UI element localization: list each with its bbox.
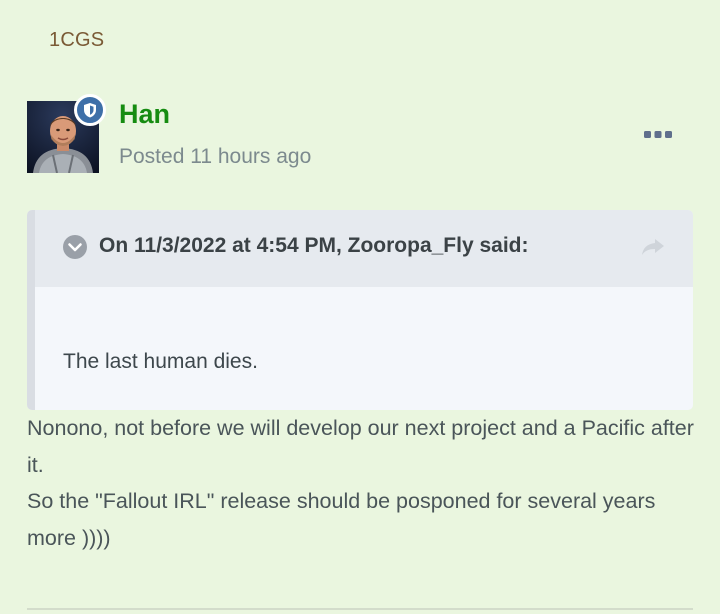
post-text-line: Nonono, not before we will develop our n… [27, 416, 694, 477]
post-options-button[interactable] [639, 124, 677, 146]
quote-bar [27, 210, 35, 410]
quote-block: On 11/3/2022 at 4:54 PM, Zooropa_Fly sai… [27, 210, 693, 410]
chevron-down-icon[interactable] [63, 235, 87, 259]
author-name[interactable]: Han [119, 99, 170, 130]
post-content: Nonono, not before we will develop our n… [27, 410, 697, 556]
divider [27, 608, 693, 610]
quote-citation: On 11/3/2022 at 4:54 PM, Zooropa_Fly sai… [99, 234, 529, 257]
post-timestamp[interactable]: Posted 11 hours ago [119, 145, 311, 169]
quote-header: On 11/3/2022 at 4:54 PM, Zooropa_Fly sai… [35, 210, 693, 287]
author-avatar[interactable] [27, 94, 106, 173]
post-text-line: So the "Fallout IRL" release should be p… [27, 489, 656, 550]
quote-text: The last human dies. [63, 350, 258, 373]
share-arrow-icon[interactable] [639, 235, 667, 259]
ellipsis-icon [644, 131, 672, 138]
shield-icon [74, 94, 106, 126]
previous-post-author[interactable]: 1CGS [49, 29, 104, 52]
